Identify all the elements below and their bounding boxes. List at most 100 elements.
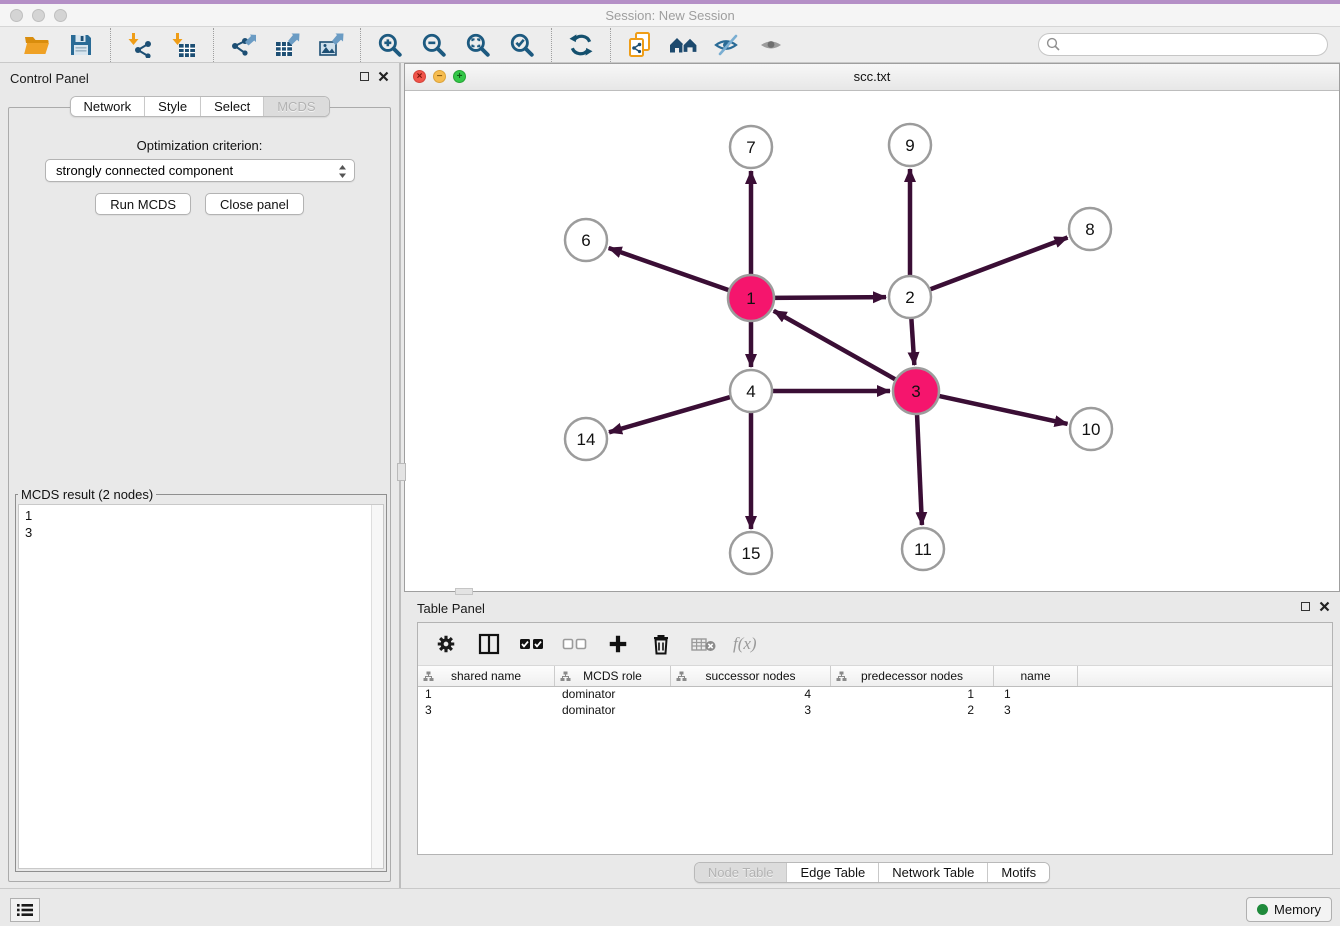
graph-edge-2-8[interactable] xyxy=(928,237,1068,290)
open-file-button[interactable] xyxy=(20,30,54,60)
export-image-button[interactable] xyxy=(314,30,348,60)
zoom-in-icon xyxy=(377,32,403,58)
list-icon xyxy=(16,903,34,917)
tab-network[interactable]: Network xyxy=(70,97,144,116)
control-panel-title: Control Panel xyxy=(10,71,89,86)
network-window-titlebar: × − + scc.txt xyxy=(405,64,1339,91)
close-panel-icon[interactable] xyxy=(378,71,389,82)
graph-edge-1-2[interactable] xyxy=(772,297,886,298)
float-table-panel-icon[interactable] xyxy=(1301,602,1310,611)
export-network-icon xyxy=(230,32,256,58)
network-canvas[interactable]: 7 9 6 8 1 2 4 3 14 10 15 11 xyxy=(405,91,1339,591)
graph-node-6[interactable]: 6 xyxy=(565,219,607,261)
apply-layout-button[interactable] xyxy=(564,30,598,60)
refresh-icon xyxy=(568,32,594,58)
eye-slash-icon xyxy=(714,33,742,57)
tab-motifs[interactable]: Motifs xyxy=(987,863,1049,882)
graph-edge-3-10[interactable] xyxy=(937,395,1068,423)
hierarchy-icon xyxy=(676,671,687,682)
table-cell: dominator xyxy=(555,687,671,703)
export-network-button[interactable] xyxy=(226,30,260,60)
graph-node-11[interactable]: 11 xyxy=(902,528,944,570)
clone-network-icon xyxy=(627,31,653,59)
graph-edge-2-3[interactable] xyxy=(911,316,914,365)
search-input[interactable] xyxy=(1038,33,1328,56)
vertical-splitter-handle[interactable] xyxy=(397,463,406,481)
tab-node-table[interactable]: Node Table xyxy=(695,863,787,882)
tab-edge-table[interactable]: Edge Table xyxy=(786,863,878,882)
graph-edge-1-6[interactable] xyxy=(609,248,732,291)
table-toolbar: f(x) xyxy=(418,623,1332,666)
tab-mcds[interactable]: MCDS xyxy=(263,97,328,116)
graph-node-7[interactable]: 7 xyxy=(730,126,772,168)
table-header-row: shared nameMCDS rolesuccessor nodesprede… xyxy=(418,666,1332,687)
table-panel-title: Table Panel xyxy=(417,601,485,616)
column-header-MCDS-role[interactable]: MCDS role xyxy=(555,666,671,686)
graph-node-3[interactable]: 3 xyxy=(893,368,939,414)
table-cell: 1 xyxy=(831,687,994,703)
search-icon xyxy=(1046,37,1060,51)
graph-edge-4-14[interactable] xyxy=(609,396,733,432)
column-header-predecessor-nodes[interactable]: predecessor nodes xyxy=(831,666,994,686)
column-header-successor-nodes[interactable]: successor nodes xyxy=(671,666,831,686)
zoom-fit-button[interactable] xyxy=(461,30,495,60)
tab-style[interactable]: Style xyxy=(144,97,200,116)
network-overview-button[interactable] xyxy=(667,30,701,60)
save-session-button[interactable] xyxy=(64,30,98,60)
close-table-panel-icon[interactable] xyxy=(1319,601,1330,612)
criterion-select[interactable]: strongly connected component xyxy=(45,159,355,182)
graph-node-8[interactable]: 8 xyxy=(1069,208,1111,250)
delete-table-button[interactable] xyxy=(690,629,718,659)
graph-edge-3-11[interactable] xyxy=(917,412,922,525)
node-table-container: f(x) shared nameMCDS rolesuccessor nodes… xyxy=(417,622,1333,855)
mcds-result-area[interactable]: 13 xyxy=(18,504,384,869)
run-mcds-button[interactable]: Run MCDS xyxy=(95,193,191,215)
graph-node-15[interactable]: 15 xyxy=(730,532,772,574)
horizontal-splitter-handle[interactable] xyxy=(455,588,473,595)
graph-node-1[interactable]: 1 xyxy=(728,275,774,321)
show-hidden-button[interactable] xyxy=(755,30,789,60)
zoom-selected-button[interactable] xyxy=(505,30,539,60)
add-column-button[interactable] xyxy=(604,629,632,659)
tab-select[interactable]: Select xyxy=(200,97,263,116)
select-stepper-icon xyxy=(338,164,347,179)
hierarchy-icon xyxy=(560,671,571,682)
hide-selected-button[interactable] xyxy=(711,30,745,60)
table-cell: 1 xyxy=(994,687,1078,703)
export-table-button[interactable] xyxy=(270,30,304,60)
export-group xyxy=(213,28,360,62)
show-column-panel-button[interactable] xyxy=(475,629,503,659)
task-history-button[interactable] xyxy=(10,898,40,922)
close-panel-button[interactable]: Close panel xyxy=(205,193,304,215)
result-scrollbar[interactable] xyxy=(371,505,383,868)
zoom-out-button[interactable] xyxy=(417,30,451,60)
graph-node-14[interactable]: 14 xyxy=(565,418,607,460)
clone-network-button[interactable] xyxy=(623,30,657,60)
select-all-columns-button[interactable] xyxy=(518,629,546,659)
function-builder-button[interactable]: f(x) xyxy=(733,634,757,654)
delete-column-button[interactable] xyxy=(647,629,675,659)
zoom-in-button[interactable] xyxy=(373,30,407,60)
svg-text:1: 1 xyxy=(746,289,755,308)
checked-boxes-icon xyxy=(519,637,545,651)
column-header-name[interactable]: name xyxy=(994,666,1078,686)
graph-node-10[interactable]: 10 xyxy=(1070,408,1112,450)
table-settings-button[interactable] xyxy=(432,629,460,659)
table-row[interactable]: 3dominator323 xyxy=(418,703,1332,719)
table-cell: dominator xyxy=(555,703,671,719)
column-header-shared-name[interactable]: shared name xyxy=(418,666,555,686)
import-table-button[interactable] xyxy=(167,30,201,60)
control-panel-header: Control Panel xyxy=(0,63,399,93)
graph-node-9[interactable]: 9 xyxy=(889,124,931,166)
memory-button[interactable]: Memory xyxy=(1246,897,1332,922)
table-row[interactable]: 1dominator411 xyxy=(418,687,1332,703)
import-network-button[interactable] xyxy=(123,30,157,60)
graph-node-4[interactable]: 4 xyxy=(730,370,772,412)
graph-node-2[interactable]: 2 xyxy=(889,276,931,318)
main-toolbar xyxy=(0,27,1340,63)
tab-network-table[interactable]: Network Table xyxy=(878,863,987,882)
deselect-all-columns-button[interactable] xyxy=(561,629,589,659)
float-panel-icon[interactable] xyxy=(360,72,369,81)
graph-edge-3-1[interactable] xyxy=(774,311,898,381)
mcds-button-row: Run MCDS Close panel xyxy=(9,193,390,215)
